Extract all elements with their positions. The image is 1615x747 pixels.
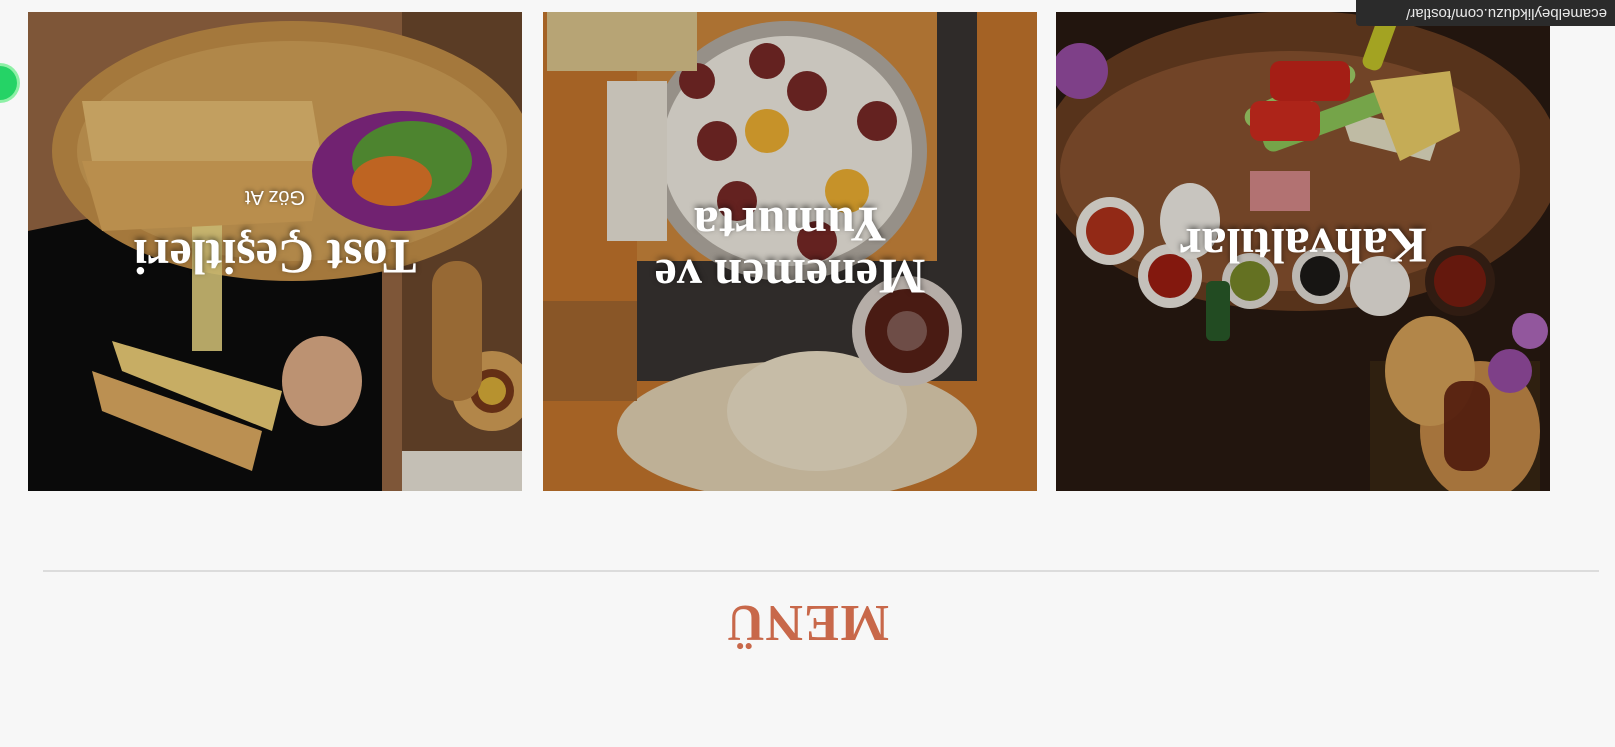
status-url-tooltip: ecamelbeylikduzu.com/tostlar/ [1356, 0, 1615, 26]
card-menemen-yumurta[interactable]: Menemen ve Yumurta [543, 12, 1037, 491]
page-stage: MENÜ Kahvaltılar Menemen ve Yumurta Tost… [0, 0, 1615, 747]
card-kahvaltilar[interactable]: Kahvaltılar [1056, 12, 1550, 491]
card-tost-cesitleri[interactable]: Tost Çeşitleri Göz At [28, 12, 522, 491]
goz-at-link[interactable]: Göz At [28, 185, 522, 208]
section-divider [43, 570, 1599, 572]
whatsapp-icon[interactable] [0, 66, 17, 100]
menu-heading: MENÜ [726, 594, 889, 651]
card-title-kahvaltilar: Kahvaltılar [1179, 218, 1427, 274]
card-title-menemen: Menemen ve Yumurta [543, 197, 1037, 305]
card-title-line-1: Menemen ve [654, 249, 926, 305]
card-title-tost: Tost Çeşitleri [133, 229, 417, 285]
card-title-line-2: Yumurta [693, 197, 887, 253]
